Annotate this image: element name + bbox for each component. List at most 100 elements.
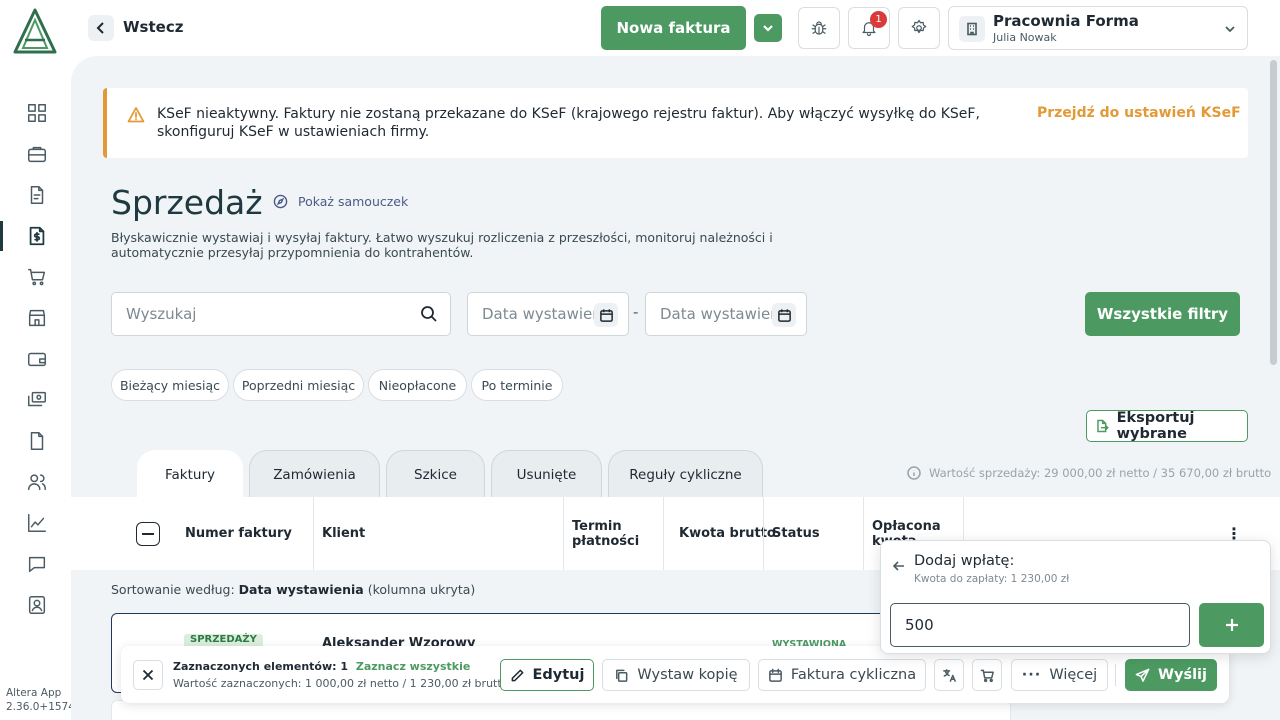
arrow-left-icon[interactable] [892,558,906,572]
chevron-down-icon [1223,21,1237,35]
selected-value: Wartość zaznaczonych: 1 000,00 zł netto … [173,677,509,690]
building-icon [959,16,985,42]
add-payment-button[interactable] [1199,603,1264,647]
sidebar: Altera App 2.36.0+1574 [0,0,72,720]
store-icon[interactable] [25,306,49,330]
company-user: Julia Nowak [993,31,1057,44]
back-button[interactable] [88,15,114,41]
more-actions-button[interactable]: ··· Więcej [1011,659,1108,691]
export-selected-button[interactable]: Eksportuj wybrane [1086,410,1248,442]
copy-icon [616,669,628,682]
add-payment-popover: Dodaj wpłatę: Kwota do zapłaty: 1 230,00… [880,540,1271,654]
briefcase-icon[interactable] [25,142,49,166]
tab-invoices[interactable]: Faktury [137,450,243,498]
divider [1115,664,1116,686]
popover-title: Dodaj wpłatę: [914,553,1015,569]
plus-icon [1225,619,1238,631]
info-icon [907,466,921,480]
issue-copy-button[interactable]: Wystaw kopię [602,659,750,691]
all-filters-button[interactable]: Wszystkie filtry [1085,292,1240,336]
translate-icon [942,668,956,682]
date-to-input[interactable]: Data wystawienia [645,292,807,336]
chevron-left-icon [96,22,104,34]
chart-icon[interactable] [25,511,49,535]
app-logo[interactable] [11,8,59,54]
tab-orders[interactable]: Zamówienia [249,450,380,498]
sales-value-text: Wartość sprzedaży: 29 000,00 zł netto / … [929,466,1272,480]
chip-unpaid[interactable]: Nieopłacone [368,369,467,401]
show-tutorial-link[interactable]: Pokaż samouczek [273,194,408,209]
page-description: Błyskawicznie wystawiaj i wysyłaj faktur… [111,230,773,260]
chip-current-month[interactable]: Bieżący miesiąc [111,369,229,401]
wallet-icon[interactable] [25,347,49,371]
tab-deleted[interactable]: Usunięte [491,450,602,498]
column-client[interactable]: Klient [322,497,365,570]
new-invoice-dropdown-button[interactable] [754,14,782,42]
send-button[interactable]: Wyślij [1125,659,1217,691]
cart-icon[interactable] [25,265,49,289]
date-to-placeholder: Data wystawienia [660,305,772,323]
send-icon [1135,668,1150,682]
chat-icon[interactable] [25,552,49,576]
cart-icon [980,669,994,682]
clear-selection-button[interactable] [133,660,163,690]
tutorial-label: Pokaż samouczek [298,194,409,209]
new-invoice-button[interactable]: Nowa faktura [601,6,746,50]
company-name: Pracownia Forma [993,12,1139,30]
calendar-icon [768,668,782,682]
translate-button[interactable] [934,659,964,691]
notification-badge: 1 [870,11,887,28]
document-edit-icon[interactable] [25,183,49,207]
payment-amount-input[interactable] [890,603,1190,647]
amount-due: Kwota do zapłaty: 1 230,00 zł [914,573,1070,585]
settings-button[interactable] [898,7,940,49]
tab-drafts[interactable]: Szkice [386,450,485,498]
chip-overdue[interactable]: Po terminie [471,369,563,401]
company-selector[interactable]: Pracownia Forma Julia Nowak [948,6,1248,50]
dashboard-icon[interactable] [25,101,49,125]
bug-report-button[interactable] [798,7,840,49]
close-icon [142,669,154,681]
edit-button[interactable]: Edytuj [500,659,594,691]
page-title: Sprzedaż [111,183,263,222]
app-version: Altera App 2.36.0+1574 [6,687,72,713]
table-row[interactable] [111,700,1011,720]
select-all-link[interactable]: Zaznacz wszystkie [356,660,470,673]
compass-icon [273,194,288,209]
ksef-settings-link[interactable]: Przejdź do ustawień KSeF [1037,105,1241,121]
contact-icon[interactable] [25,593,49,617]
ksef-warning-banner: KSeF nieaktywny. Faktury nie zostaną prz… [103,88,1248,158]
column-gross-amount[interactable]: Kwota brutto [679,497,776,570]
bulk-action-bar: Zaznaczonych elementów: 1 Zaznacz wszyst… [121,646,1229,703]
dollar-document-icon[interactable] [25,224,49,248]
selected-count: Zaznaczonych elementów: 1 Zaznacz wszyst… [173,660,471,673]
scrollbar[interactable] [1270,60,1277,365]
column-status[interactable]: Status [772,497,820,570]
chip-previous-month[interactable]: Poprzedni miesiąc [233,369,364,401]
date-from-placeholder: Data wystawienia [482,305,594,323]
calendar-icon[interactable] [772,303,796,327]
select-all-checkbox[interactable] [136,522,160,546]
column-invoice-number[interactable]: Numer faktury [185,497,292,570]
date-from-input[interactable]: Data wystawienia [467,292,629,336]
file-icon[interactable] [25,429,49,453]
back-label[interactable]: Wstecz [123,18,183,36]
bug-icon [811,21,827,35]
money-icon[interactable] [25,388,49,412]
sort-info: Sortowanie według: Data wystawienia (kol… [111,582,476,597]
gear-icon [911,19,927,34]
tab-recurring-rules[interactable]: Reguły cykliczne [608,450,763,498]
search-input[interactable]: Wyszukaj [111,292,451,336]
notifications-button[interactable]: 1 [848,7,890,49]
date-separator: - [633,303,639,321]
recurring-invoice-button[interactable]: Faktura cykliczna [758,659,926,691]
column-payment-due[interactable]: Termin płatności [572,497,652,570]
banner-text: KSeF nieaktywny. Faktury nie zostaną prz… [157,106,980,140]
calendar-icon[interactable] [594,303,618,327]
more-horizontal-icon: ··· [1021,667,1042,683]
pencil-icon [511,669,523,681]
export-label: Eksportuj wybrane [1116,410,1195,442]
cart-action-button[interactable] [972,659,1002,691]
users-icon[interactable] [25,470,49,494]
sidebar-active-indicator [0,221,3,251]
